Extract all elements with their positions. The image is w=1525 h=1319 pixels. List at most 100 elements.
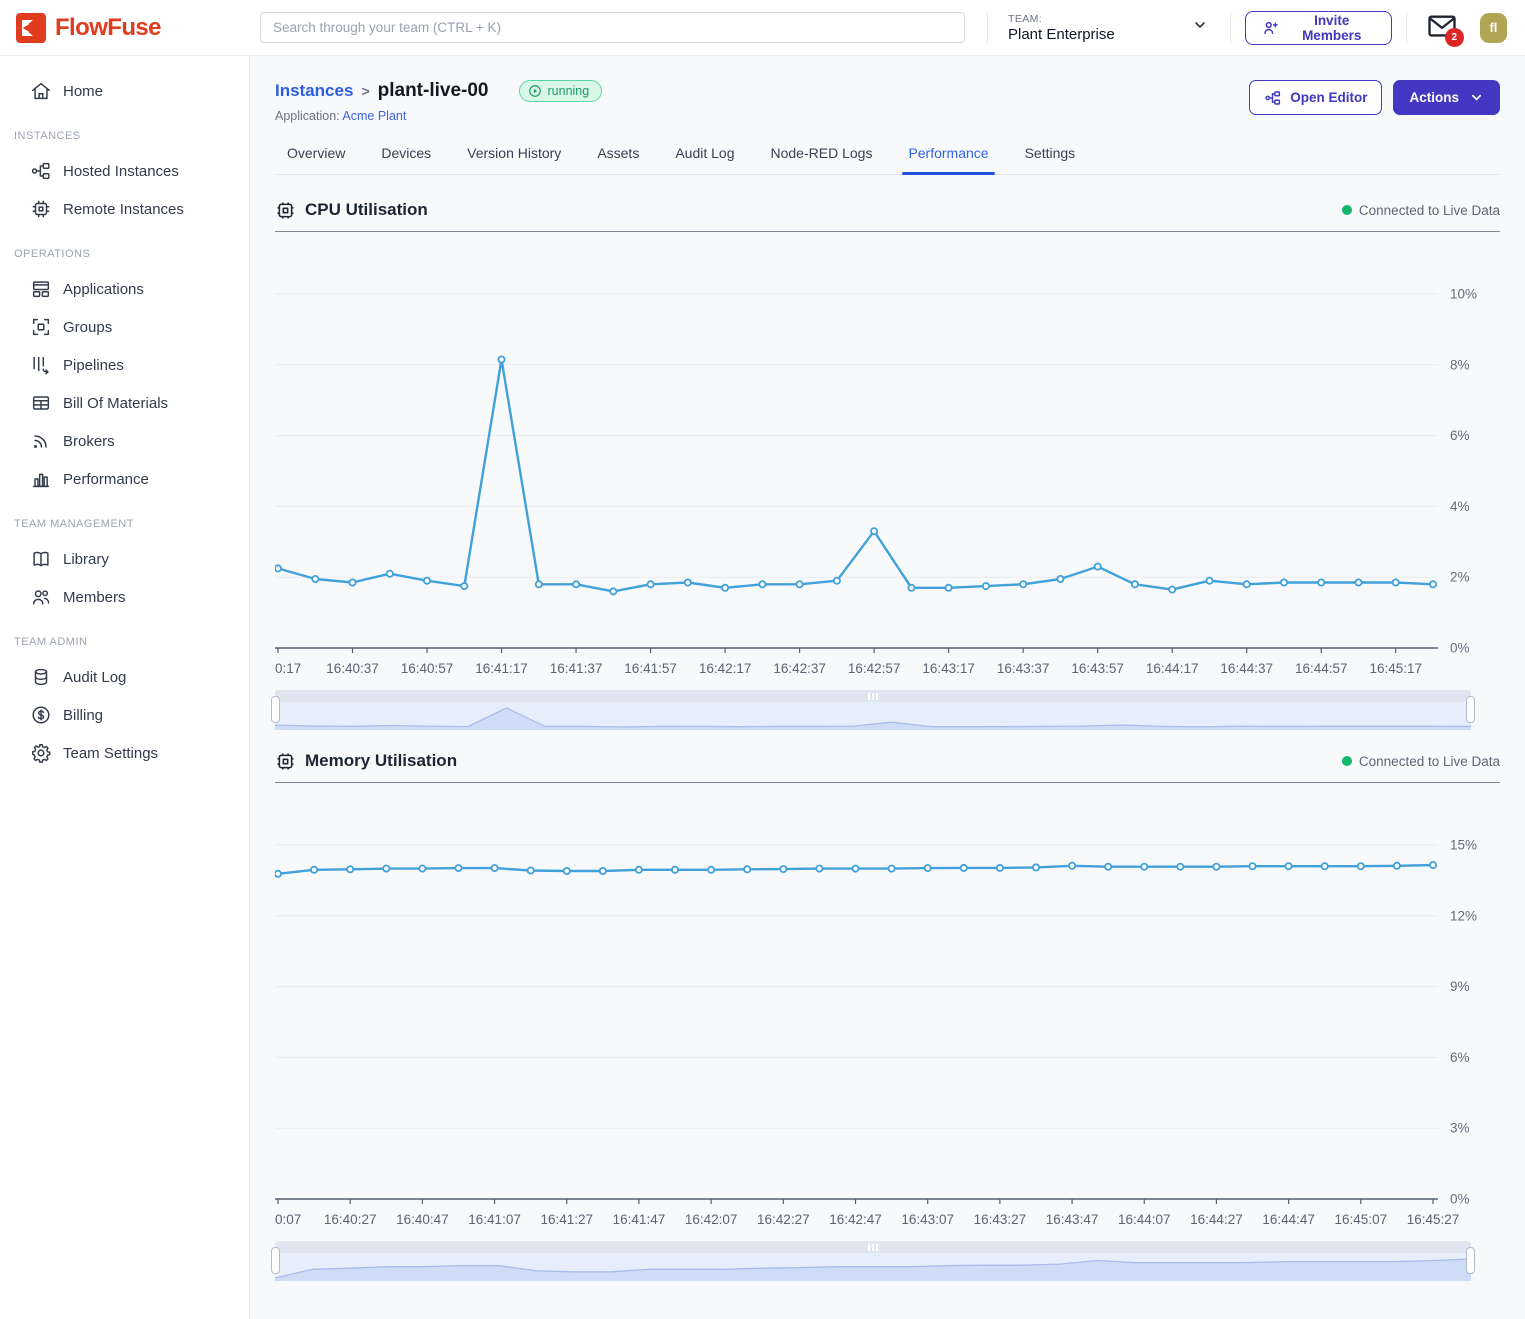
sidebar-item-groups[interactable]: Groups [0, 308, 249, 346]
memory-chip-icon [275, 751, 296, 772]
sidebar-item-home[interactable]: Home [0, 72, 249, 110]
sidebar: HomeINSTANCESHosted InstancesRemote Inst… [0, 56, 250, 1319]
flowfuse-logo[interactable]: FlowFuse [0, 13, 250, 43]
tab-assets[interactable]: Assets [597, 145, 639, 174]
actions-button[interactable]: Actions [1393, 80, 1500, 115]
sidebar-item-library[interactable]: Library [0, 540, 249, 578]
breadcrumb-instances-link[interactable]: Instances [275, 81, 353, 101]
divider [275, 231, 1500, 232]
chevron-down-icon[interactable] [1192, 17, 1208, 38]
tab-overview[interactable]: Overview [287, 145, 345, 174]
svg-text:16:43:47: 16:43:47 [1046, 1212, 1099, 1227]
svg-text:0:17: 0:17 [275, 661, 301, 676]
slider-left-handle[interactable] [271, 1247, 280, 1274]
avatar[interactable]: fl [1480, 13, 1507, 43]
divider [275, 782, 1500, 783]
tab-node-red-logs[interactable]: Node-RED Logs [771, 145, 873, 174]
svg-text:16:42:37: 16:42:37 [773, 661, 826, 676]
svg-text:16:42:57: 16:42:57 [848, 661, 901, 676]
team-label: TEAM: [1008, 13, 1115, 25]
sidebar-item-label: Team Settings [63, 745, 158, 762]
library-icon [30, 548, 52, 570]
sidebar-section-label: TEAM MANAGEMENT [0, 498, 249, 540]
hosted-instances-icon [30, 160, 52, 182]
sidebar-item-team-settings[interactable]: Team Settings [0, 734, 249, 772]
application-link[interactable]: Acme Plant [342, 109, 406, 123]
cpu-section: CPU Utilisation Connected to Live Data 0… [275, 189, 1500, 730]
svg-text:16:43:07: 16:43:07 [901, 1212, 954, 1227]
application-label: Application: [275, 109, 340, 123]
sidebar-item-label: Billing [63, 707, 103, 724]
svg-text:16:45:07: 16:45:07 [1335, 1212, 1388, 1227]
svg-text:0%: 0% [1450, 641, 1470, 656]
sidebar-item-pipelines[interactable]: Pipelines [0, 346, 249, 384]
breadcrumb: Instances > plant-live-00 running [275, 80, 602, 102]
sidebar-item-members[interactable]: Members [0, 578, 249, 616]
memory-section: Memory Utilisation Connected to Live Dat… [275, 740, 1500, 1281]
team-selector[interactable]: TEAM: Plant Enterprise [1008, 13, 1216, 43]
tab-performance[interactable]: Performance [908, 145, 988, 174]
live-status-label: Connected to Live Data [1359, 754, 1500, 769]
svg-text:16:43:17: 16:43:17 [922, 661, 975, 676]
svg-text:16:40:27: 16:40:27 [324, 1212, 377, 1227]
notifications-button[interactable]: 2 [1427, 13, 1458, 43]
team-settings-icon [30, 742, 52, 764]
svg-text:16:41:47: 16:41:47 [613, 1212, 666, 1227]
svg-text:16:43:57: 16:43:57 [1071, 661, 1124, 676]
home-icon [30, 80, 52, 102]
sidebar-item-audit-log[interactable]: Audit Log [0, 658, 249, 696]
breadcrumb-separator: > [361, 83, 369, 99]
members-icon [30, 586, 52, 608]
search-input[interactable] [260, 12, 965, 43]
groups-icon [30, 316, 52, 338]
sidebar-item-bill-of-materials[interactable]: Bill Of Materials [0, 384, 249, 422]
svg-text:9%: 9% [1450, 979, 1470, 994]
status-badge: running [519, 80, 603, 102]
slider-right-handle[interactable] [1466, 696, 1475, 723]
svg-text:16:41:37: 16:41:37 [550, 661, 603, 676]
sidebar-item-label: Hosted Instances [63, 163, 179, 180]
open-editor-button[interactable]: Open Editor [1249, 80, 1382, 115]
svg-text:16:45:27: 16:45:27 [1407, 1212, 1460, 1227]
performance-icon [30, 468, 52, 490]
svg-text:16:44:47: 16:44:47 [1262, 1212, 1315, 1227]
page-title: plant-live-00 [378, 80, 489, 102]
svg-text:16:40:37: 16:40:37 [326, 661, 379, 676]
tab-devices[interactable]: Devices [381, 145, 431, 174]
svg-text:16:44:27: 16:44:27 [1190, 1212, 1243, 1227]
sidebar-item-label: Brokers [63, 433, 115, 450]
svg-text:10%: 10% [1450, 287, 1477, 302]
slider-grip-icon[interactable] [275, 690, 1471, 702]
sidebar-item-hosted-instances[interactable]: Hosted Instances [0, 152, 249, 190]
cpu-zoom-slider[interactable] [275, 690, 1471, 730]
sidebar-item-brokers[interactable]: Brokers [0, 422, 249, 460]
memory-zoom-slider[interactable] [275, 1241, 1471, 1281]
svg-text:16:44:37: 16:44:37 [1220, 661, 1273, 676]
sidebar-item-billing[interactable]: Billing [0, 696, 249, 734]
sidebar-item-applications[interactable]: Applications [0, 270, 249, 308]
sidebar-section-label: TEAM ADMIN [0, 616, 249, 658]
slider-left-handle[interactable] [271, 696, 280, 723]
sidebar-item-label: Bill Of Materials [63, 395, 168, 412]
svg-text:16:45:17: 16:45:17 [1369, 661, 1422, 676]
svg-text:12%: 12% [1450, 908, 1477, 923]
application-line: Application: Acme Plant [275, 109, 602, 123]
slider-right-handle[interactable] [1466, 1247, 1475, 1274]
tab-version-history[interactable]: Version History [467, 145, 561, 174]
tab-audit-log[interactable]: Audit Log [675, 145, 734, 174]
slider-grip-icon[interactable] [275, 1241, 1471, 1253]
live-dot-icon [1342, 205, 1352, 215]
applications-icon [30, 278, 52, 300]
sidebar-item-remote-instances[interactable]: Remote Instances [0, 190, 249, 228]
main-content: Instances > plant-live-00 running Applic… [250, 56, 1525, 1319]
svg-text:0%: 0% [1450, 1192, 1470, 1207]
memory-section-title: Memory Utilisation [305, 751, 457, 771]
sidebar-item-performance[interactable]: Performance [0, 460, 249, 498]
play-circle-icon [528, 84, 542, 98]
cpu-chip-icon [275, 200, 296, 221]
svg-text:8%: 8% [1450, 357, 1470, 372]
tab-settings[interactable]: Settings [1025, 145, 1076, 174]
invite-members-button[interactable]: Invite Members [1245, 11, 1392, 45]
live-status-label: Connected to Live Data [1359, 203, 1500, 218]
svg-text:6%: 6% [1450, 1050, 1470, 1065]
